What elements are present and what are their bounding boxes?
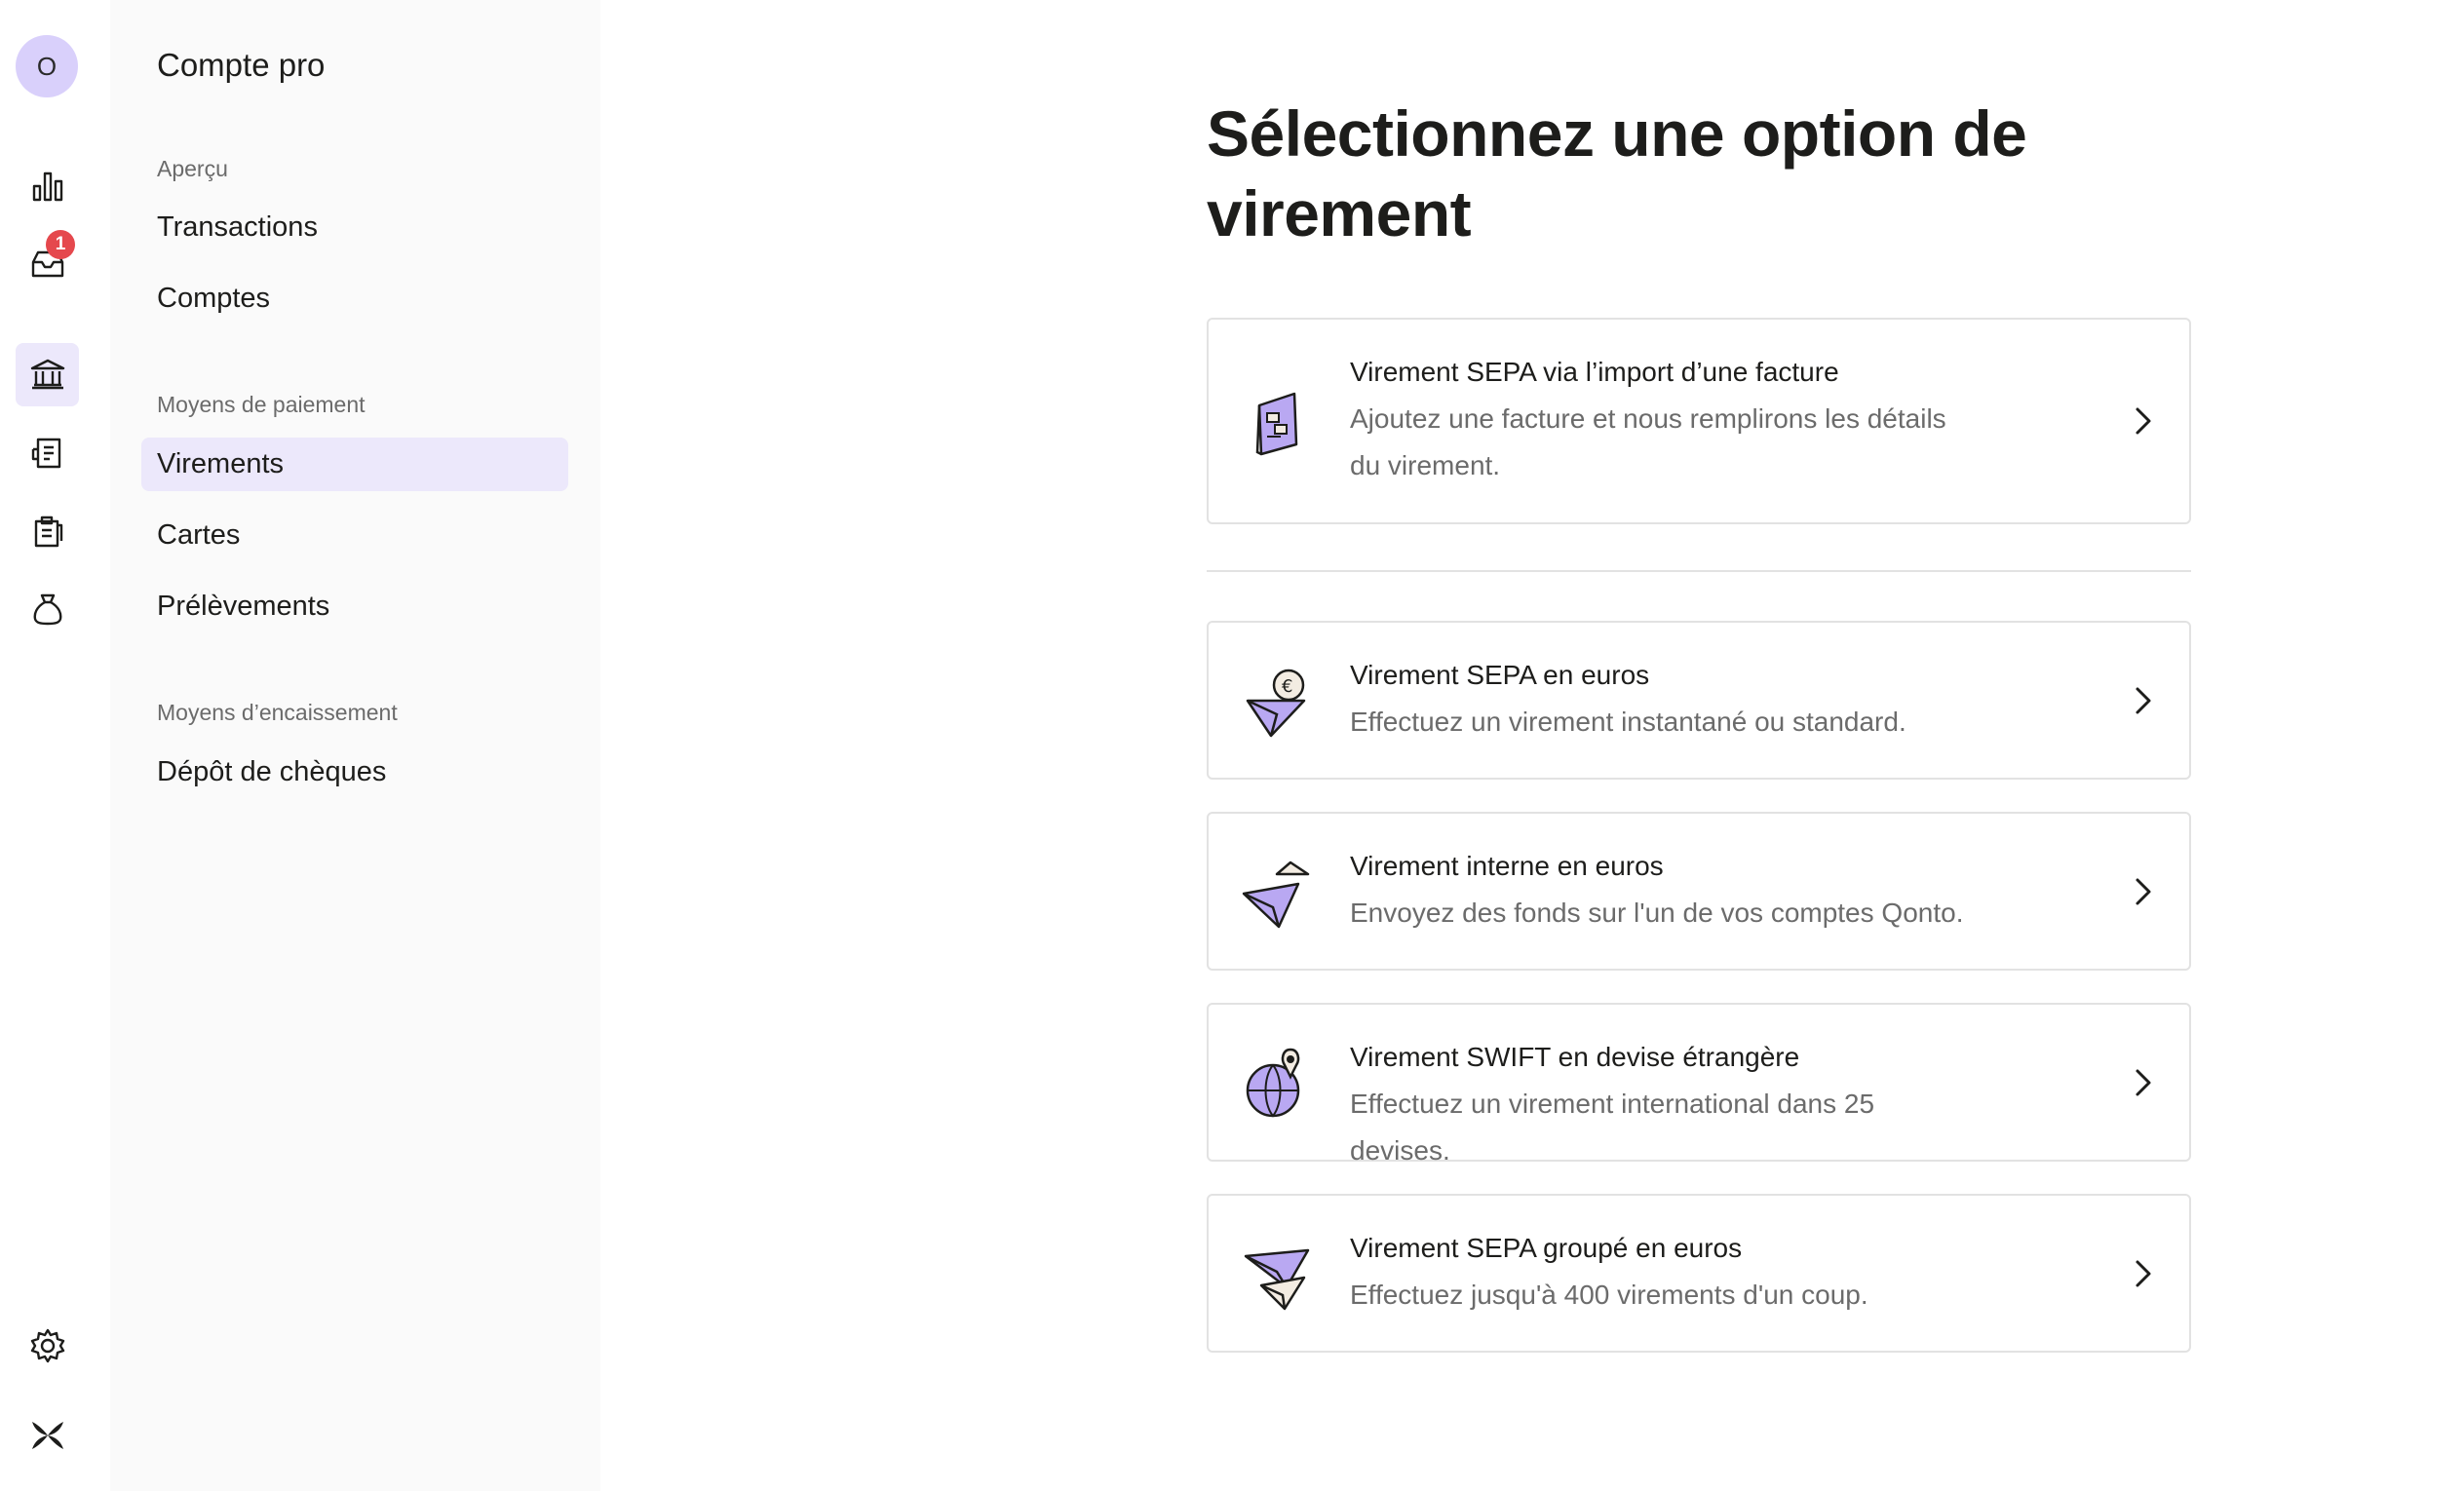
- nav-item-virements[interactable]: Virements: [141, 438, 568, 491]
- invoice-upload-icon: [1255, 392, 1298, 456]
- chevron-right-icon: [2136, 1260, 2151, 1287]
- nav-section-moyens-encaissement: Moyens d’encaissement: [157, 700, 398, 725]
- grouped-planes-icon: [1244, 1248, 1310, 1311]
- globe-pin-icon: [1246, 1048, 1300, 1118]
- page-title: Sélectionnez une option de virement: [1207, 97, 2027, 249]
- nav-item-comptes[interactable]: Comptes: [141, 272, 568, 325]
- option-title: Virement SEPA via l’import d’une facture: [1350, 357, 1839, 387]
- chevron-right-icon: [2136, 878, 2151, 905]
- icon-rail: O 1: [0, 0, 110, 1491]
- chevron-right-icon: [2136, 407, 2151, 435]
- option-card-sepa-euros[interactable]: € Virement SEPA en euros Effectuez un vi…: [1207, 621, 2191, 780]
- nav-item-transactions[interactable]: Transactions: [141, 201, 568, 254]
- option-title: Virement interne en euros: [1350, 851, 1664, 881]
- option-card-invoice-import[interactable]: Virement SEPA via l’import d’une facture…: [1207, 318, 2191, 524]
- euro-plane-icon: €: [1246, 669, 1306, 738]
- nav-item-depot-cheques[interactable]: Dépôt de chèques: [141, 746, 568, 799]
- chevron-right-icon: [2136, 1069, 2151, 1096]
- option-title: Virement SEPA groupé en euros: [1350, 1233, 1743, 1263]
- nav-item-prelevements[interactable]: Prélèvements: [141, 580, 568, 633]
- option-desc: Effectuez jusqu'à 400 virements d'un cou…: [1350, 1280, 1868, 1310]
- svg-text:€: €: [1282, 676, 1292, 697]
- option-desc: Effectuez un virement international dans…: [1350, 1089, 1875, 1166]
- nav-item-cartes[interactable]: Cartes: [141, 509, 568, 562]
- bank-icon[interactable]: [16, 343, 79, 406]
- chart-icon[interactable]: [16, 154, 79, 217]
- option-card-internal-euros[interactable]: Virement interne en euros Envoyez des fo…: [1207, 812, 2191, 971]
- option-desc: Ajoutez une facture et nous remplirons l…: [1350, 403, 1946, 480]
- gear-icon[interactable]: [16, 1314, 79, 1377]
- paper-planes-icon: [1242, 860, 1310, 929]
- nav-title: Compte pro: [157, 47, 326, 83]
- option-card-swift-foreign[interactable]: Virement SWIFT en devise étrangère Effec…: [1207, 1003, 2191, 1166]
- option-card-grouped-sepa[interactable]: Virement SEPA groupé en euros Effectuez …: [1207, 1194, 2191, 1353]
- money-bag-icon[interactable]: [16, 577, 79, 640]
- option-desc: Envoyez des fonds sur l'un de vos compte…: [1350, 898, 1964, 928]
- clipboard-icon[interactable]: [16, 499, 79, 562]
- chevron-right-icon: [2136, 687, 2151, 714]
- divider: [1207, 570, 2191, 572]
- nav-section-apercu: Aperçu: [157, 156, 228, 181]
- avatar[interactable]: O: [16, 35, 78, 97]
- option-title: Virement SEPA en euros: [1350, 660, 1650, 690]
- invoice-icon[interactable]: [16, 421, 79, 484]
- option-desc: Effectuez un virement instantané ou stan…: [1350, 707, 1906, 737]
- option-title: Virement SWIFT en devise étrangère: [1350, 1042, 1800, 1072]
- qonto-logo-icon[interactable]: [16, 1403, 79, 1467]
- nav-section-moyens-paiement: Moyens de paiement: [157, 392, 366, 417]
- secondary-nav: Compte pro Aperçu Transactions Comptes M…: [110, 0, 600, 1491]
- notification-badge: 1: [46, 230, 75, 259]
